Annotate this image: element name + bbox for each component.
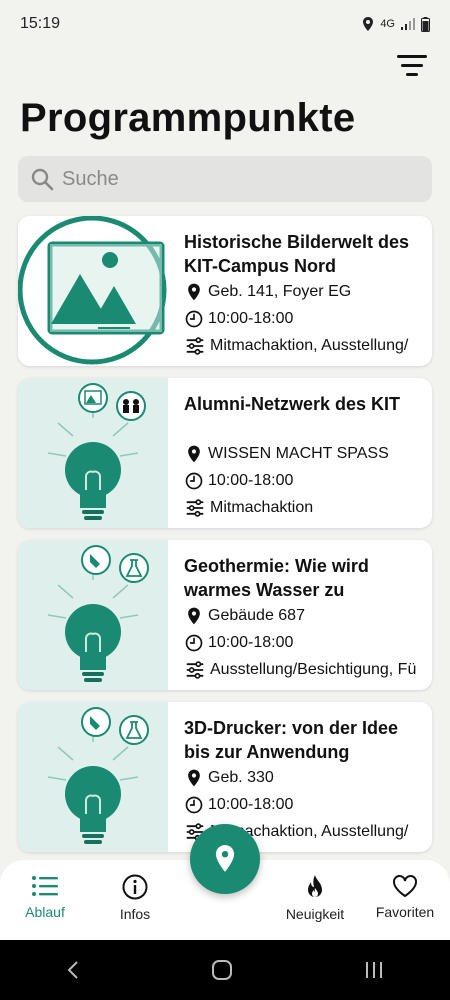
nav-infos[interactable]: Infos: [90, 860, 180, 940]
clock-icon: [184, 633, 204, 653]
flame-icon: [308, 875, 322, 897]
nav-ablauf[interactable]: Ablauf: [0, 860, 90, 940]
search-icon: [31, 168, 54, 191]
category-sliders-icon: [184, 336, 206, 356]
filter-icon-line: [401, 63, 423, 67]
event-time: 10:00-18:00: [208, 471, 294, 489]
location-pin-icon: [184, 606, 204, 626]
event-title: Alumni-Netzwerk des KIT: [184, 394, 401, 414]
search-input[interactable]: [62, 167, 402, 191]
location-pin-icon: [184, 282, 204, 302]
network-type-label: 4G: [380, 18, 395, 30]
nav-label: Neuigkeit: [285, 906, 345, 922]
back-icon[interactable]: [66, 960, 80, 980]
location-pin-icon: [215, 845, 235, 872]
event-tags: Mitmachaktion, Ausstellung/: [210, 336, 409, 354]
event-location: Geb. 330: [208, 768, 274, 786]
location-pin-icon: [184, 768, 204, 788]
status-time: 15:19: [20, 15, 61, 32]
status-icons: 4G: [362, 16, 430, 32]
filter-icon-line: [406, 72, 418, 76]
nav-label: Favoriten: [375, 904, 435, 920]
battery-icon: [421, 16, 430, 32]
event-card[interactable]: Geothermie: Wie wird warmes Wasser zu Ge…: [18, 540, 432, 690]
home-icon[interactable]: [211, 959, 233, 981]
event-list: Historische Bilderwelt des KIT-Campus No…: [18, 216, 432, 864]
category-sliders-icon: [184, 660, 206, 680]
clock-icon: [184, 795, 204, 815]
system-navigation-bar: [0, 940, 450, 1000]
event-card[interactable]: Historische Bilderwelt des KIT-Campus No…: [18, 216, 432, 366]
nav-label: Ablauf: [25, 904, 65, 920]
lightbulb-illustration: [18, 378, 168, 528]
event-location: Geb. 141, Foyer EG: [208, 282, 352, 300]
map-fab-button[interactable]: [190, 824, 260, 894]
heart-icon: [393, 875, 417, 898]
event-title: Geothermie: Wie wird warmes Wasser zu: [184, 556, 369, 600]
event-title: Historische Bilderwelt des KIT-Campus No…: [184, 232, 410, 276]
location-pin-icon: [184, 444, 204, 464]
event-location: WISSEN MACHT SPASS: [208, 444, 389, 462]
event-card[interactable]: Alumni-Netzwerk des KIT WISSEN MACHT SPA…: [18, 378, 432, 528]
nav-neuigkeit[interactable]: Neuigkeit: [270, 860, 360, 940]
event-image-placeholder: [18, 216, 168, 366]
recent-apps-icon[interactable]: [364, 960, 384, 980]
event-tags: Mitmachaktion: [210, 498, 314, 516]
event-time: 10:00-18:00: [208, 309, 294, 327]
filter-icon-line: [397, 54, 427, 58]
category-sliders-icon: [184, 498, 206, 518]
search-bar[interactable]: [18, 156, 432, 202]
status-bar: 15:19 4G: [0, 0, 450, 48]
page-title: Programmpunkte: [20, 96, 356, 140]
event-title: 3D-Drucker: von der Idee bis zur Anwendu…: [184, 718, 399, 762]
clock-icon: [184, 309, 204, 329]
info-icon: [122, 874, 148, 900]
event-time: 10:00-18:00: [208, 633, 294, 651]
location-status-icon: [363, 17, 374, 31]
lightbulb-illustration: [18, 702, 168, 852]
signal-icon: [401, 18, 415, 30]
lightbulb-illustration: [18, 540, 168, 690]
event-tags: Ausstellung/Besichtigung, Fü: [210, 660, 417, 678]
nav-label: Infos: [119, 906, 151, 922]
list-icon: [32, 876, 58, 896]
event-time: 10:00-18:00: [208, 795, 294, 813]
clock-icon: [184, 471, 204, 491]
nav-favoriten[interactable]: Favoriten: [360, 860, 450, 940]
event-location: Gebäude 687: [208, 606, 305, 624]
filter-button[interactable]: [396, 50, 428, 80]
